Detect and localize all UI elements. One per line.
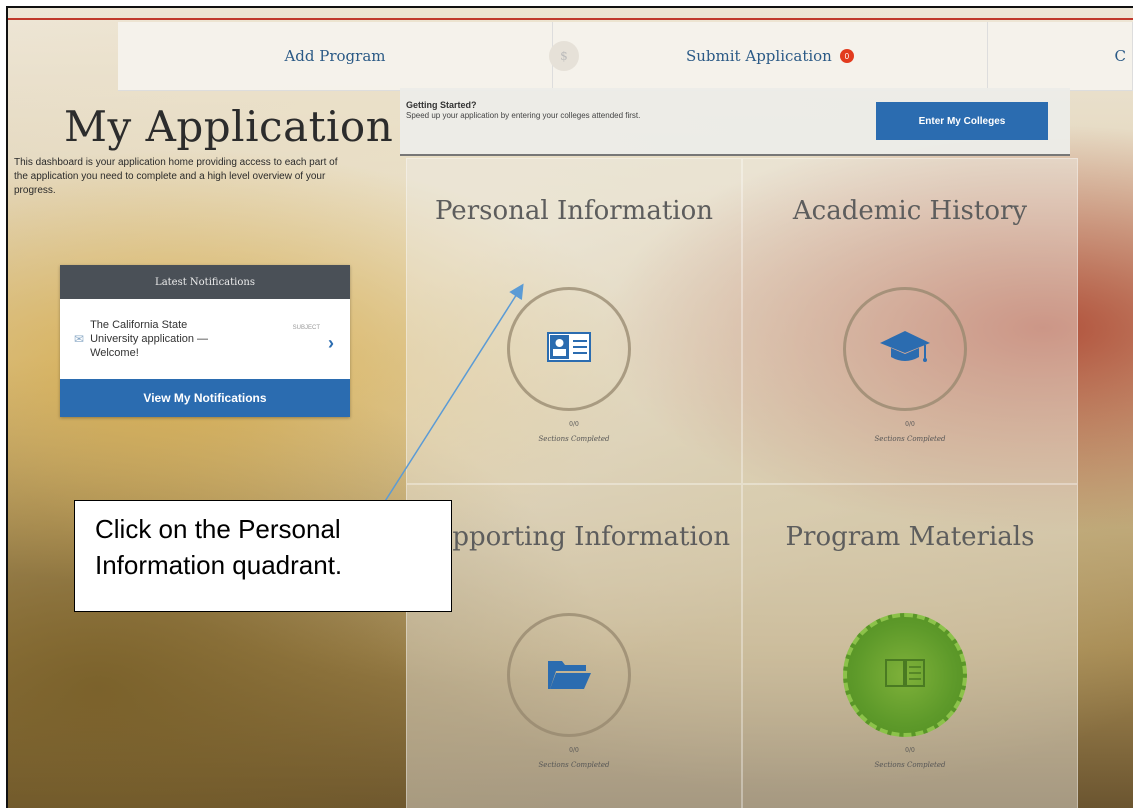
callout-arrow xyxy=(381,283,524,507)
instruction-callout: Click on the Personal Information quadra… xyxy=(74,500,452,612)
screenshot-frame: Add Program $ Submit Application 0 C My … xyxy=(6,6,1133,808)
